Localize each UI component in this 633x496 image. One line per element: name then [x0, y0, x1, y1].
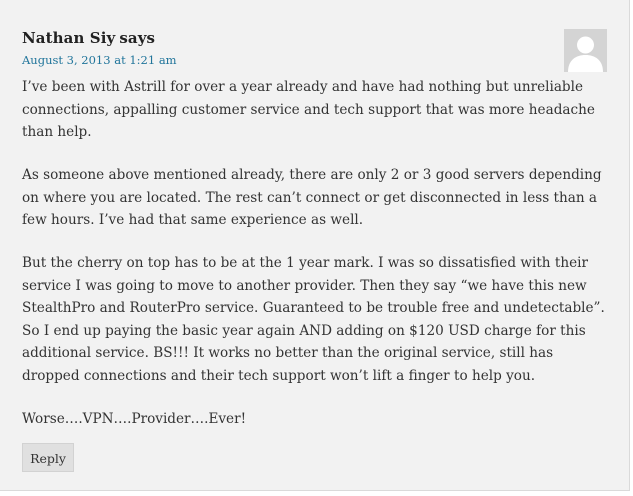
comment-author-name[interactable]: Nathan Siy: [22, 29, 115, 47]
reply-button[interactable]: Reply: [22, 443, 74, 472]
comment-paragraph: As someone above mentioned already, ther…: [22, 167, 602, 228]
comment-says-label: says: [119, 29, 156, 47]
comment-author-line: Nathan Siy says: [22, 29, 155, 47]
comment-card: Nathan Siy says August 3, 2013 at 1:21 am…: [0, 0, 630, 491]
comment-paragraph: I’ve been with Astrill for over a year a…: [22, 79, 595, 140]
avatar-silhouette: [564, 29, 607, 72]
comment-paragraph: But the cherry on top has to be at the 1…: [22, 255, 605, 384]
comment-paragraph: Worse….VPN….Provider….Ever!: [22, 410, 247, 427]
comment-body: I’ve been with Astrill for over a year a…: [22, 76, 612, 451]
default-user-avatar-icon: [564, 29, 607, 72]
comment-date-link[interactable]: August 3, 2013 at 1:21 am: [22, 53, 177, 67]
